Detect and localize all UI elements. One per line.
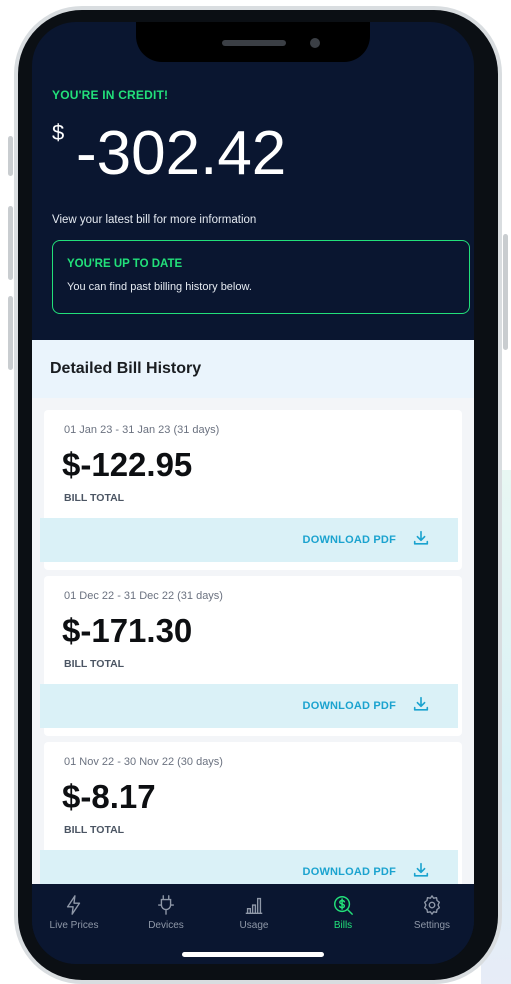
tab-live-prices[interactable]: Live Prices (34, 894, 114, 940)
front-camera (310, 38, 320, 48)
download-pdf-button[interactable]: DOWNLOAD PDF (40, 684, 458, 728)
bill-history-section[interactable]: Detailed Bill History 01 Jan 23 - 31 Jan… (32, 340, 474, 900)
history-title: Detailed Bill History (50, 360, 202, 377)
bill-period: 01 Jan 23 - 31 Jan 23 (31 days) (64, 424, 220, 436)
bar-chart-icon (245, 897, 263, 914)
plug-icon (157, 895, 175, 915)
status-box: YOU'RE UP TO DATE You can find past bill… (52, 240, 470, 314)
tab-bills[interactable]: Bills (303, 894, 383, 940)
speaker (222, 40, 286, 46)
download-icon (413, 862, 429, 877)
notch (136, 22, 370, 62)
gear-icon (423, 895, 441, 915)
credit-heading: YOU'RE IN CREDIT! (52, 88, 169, 102)
download-pdf-label: DOWNLOAD PDF (302, 866, 396, 878)
dollar-search-icon (334, 896, 353, 915)
tab-devices[interactable]: Devices (126, 894, 206, 940)
bill-total-label: BILL TOTAL (64, 658, 125, 670)
bill-period: 01 Nov 22 - 30 Nov 22 (30 days) (64, 756, 223, 768)
tab-label: Devices (148, 920, 184, 931)
power-button (503, 234, 508, 350)
bill-card: 01 Nov 22 - 30 Nov 22 (30 days) $-8.17 B… (40, 742, 462, 900)
bill-period: 01 Dec 22 - 31 Dec 22 (31 days) (64, 590, 223, 602)
silent-switch (8, 136, 13, 176)
tab-label: Live Prices (49, 920, 99, 931)
bill-card: 01 Dec 22 - 31 Dec 22 (31 days) $-171.30… (40, 576, 462, 736)
tab-label: Bills (333, 920, 353, 931)
currency-symbol: $ (52, 120, 65, 145)
history-header: Detailed Bill History (32, 340, 474, 398)
bill-total-label: BILL TOTAL (64, 492, 125, 504)
tab-usage[interactable]: Usage (214, 894, 294, 940)
download-pdf-button[interactable]: DOWNLOAD PDF (40, 518, 458, 562)
bill-total-label: BILL TOTAL (64, 824, 125, 836)
tab-label: Settings (413, 920, 451, 931)
download-pdf-label: DOWNLOAD PDF (302, 700, 396, 712)
volume-down-button (8, 296, 13, 370)
tab-label: Usage (239, 920, 269, 931)
balance-amount: -302.42 (76, 119, 287, 188)
tab-settings[interactable]: Settings (392, 894, 472, 940)
download-icon (413, 696, 429, 711)
bill-amount: $-8.17 (62, 778, 156, 815)
bill-info-text: View your latest bill for more informati… (52, 214, 257, 226)
bill-amount: $-122.95 (62, 446, 193, 483)
volume-up-button (8, 206, 13, 280)
bill-card: 01 Jan 23 - 31 Jan 23 (31 days) $-122.95… (40, 410, 462, 570)
home-indicator[interactable] (182, 952, 324, 957)
app-screen: YOU'RE IN CREDIT! $ -302.42 View your la… (32, 22, 474, 964)
status-title: YOU'RE UP TO DATE (67, 258, 183, 270)
bill-amount: $-171.30 (62, 612, 193, 649)
download-pdf-label: DOWNLOAD PDF (302, 534, 396, 546)
download-icon (413, 530, 429, 545)
status-text: You can find past billing history below. (67, 281, 252, 293)
lightning-icon (66, 895, 81, 915)
